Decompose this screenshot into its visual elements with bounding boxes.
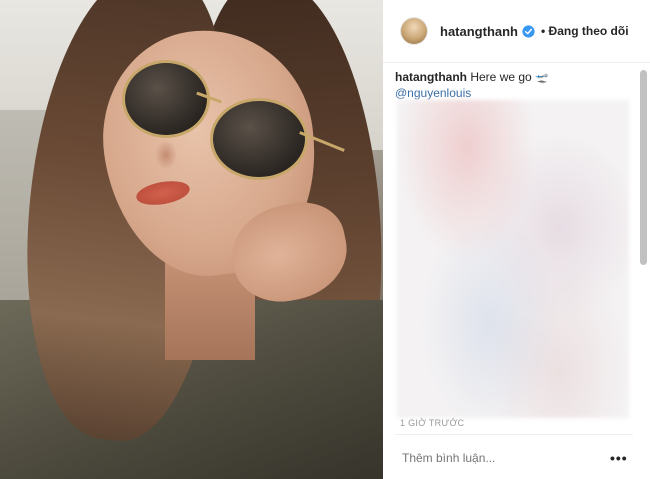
scrollbar-thumb[interactable] xyxy=(640,70,647,265)
header-username[interactable]: hatangthanh xyxy=(440,24,518,39)
caption-text: Here we go xyxy=(470,70,532,84)
follow-status-label: Đang theo dõi xyxy=(548,24,629,38)
airplane-departure-icon: 🛫 xyxy=(535,72,549,84)
comments-scrollbar[interactable] xyxy=(640,62,647,362)
caption: hatangthanh Here we go 🛫 @nguyenlouis xyxy=(395,62,633,101)
nose xyxy=(155,140,177,170)
follow-status[interactable]: • Đang theo dõi xyxy=(541,24,629,38)
post-timestamp: 1 GIỜ TRƯỚC xyxy=(400,418,465,428)
post-photo[interactable] xyxy=(0,0,383,479)
sunglasses-lens-left xyxy=(122,60,210,138)
caption-mention[interactable]: @nguyenlouis xyxy=(395,86,471,100)
verified-badge-icon xyxy=(522,24,535,38)
comment-row: ••• xyxy=(383,440,650,476)
instagram-post: hatangthanh • Đang theo dõi hatangthanh … xyxy=(0,0,650,479)
post-header: hatangthanh • Đang theo dõi xyxy=(383,0,650,63)
blurred-comments xyxy=(397,100,629,418)
divider xyxy=(395,434,633,435)
follow-separator: • xyxy=(541,24,546,38)
sunglasses-lens-right xyxy=(210,98,308,180)
caption-area: hatangthanh Here we go 🛫 @nguyenlouis xyxy=(395,62,633,418)
more-options-icon[interactable]: ••• xyxy=(610,450,628,466)
comment-input[interactable] xyxy=(402,451,602,465)
caption-username[interactable]: hatangthanh xyxy=(395,70,467,84)
post-side-panel: hatangthanh • Đang theo dõi hatangthanh … xyxy=(383,0,650,479)
avatar[interactable] xyxy=(401,18,427,44)
